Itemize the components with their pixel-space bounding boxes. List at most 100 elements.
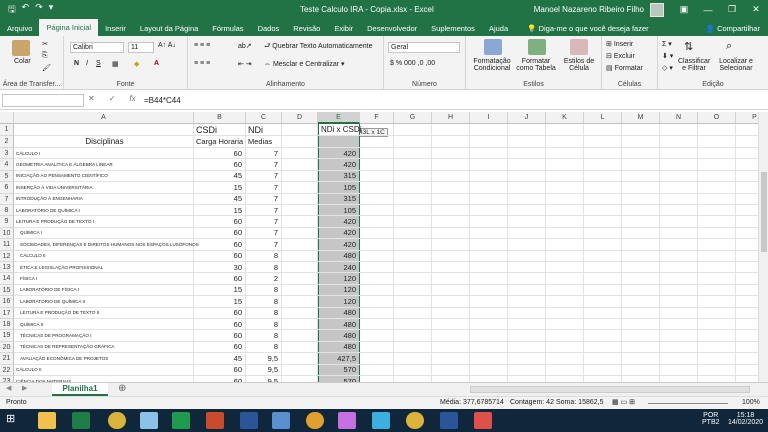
share-button[interactable]: 👤 Compartilhar xyxy=(706,21,768,36)
cell-n12[interactable] xyxy=(660,250,698,261)
cell-m9[interactable] xyxy=(622,216,660,227)
cell-k6[interactable] xyxy=(546,182,584,193)
row-header[interactable]: 4 xyxy=(0,159,14,171)
cell-n7[interactable] xyxy=(660,193,698,204)
cell-g1[interactable] xyxy=(394,124,432,135)
cell-e11[interactable]: 420 xyxy=(318,239,360,250)
cell-n19[interactable] xyxy=(660,330,698,341)
insert-cells-button[interactable]: ⊞ Inserir xyxy=(606,40,633,48)
find-select-icon[interactable]: ⌕ xyxy=(726,40,732,53)
cell-k12[interactable] xyxy=(546,250,584,261)
cell-k1[interactable] xyxy=(546,124,584,135)
maximize-button[interactable]: ❐ xyxy=(720,4,744,15)
cell-l5[interactable] xyxy=(584,170,622,182)
cell-n5[interactable] xyxy=(660,170,698,182)
column-header-p[interactable]: P xyxy=(736,112,758,124)
cell-g13[interactable] xyxy=(394,262,432,273)
cell-d14[interactable] xyxy=(282,273,318,284)
cell-styles-button[interactable]: Estilos de Célula xyxy=(558,58,600,72)
cancel-formula-icon[interactable]: ✕ xyxy=(88,94,95,103)
cell-h13[interactable] xyxy=(432,262,470,273)
cell-b20[interactable]: 60 xyxy=(194,341,246,353)
cell-p15[interactable] xyxy=(736,285,758,295)
cell-b17[interactable]: 60 xyxy=(194,307,246,318)
cell-g10[interactable] xyxy=(394,227,432,239)
borders-icon[interactable]: ▦ xyxy=(112,60,119,68)
row-header[interactable]: 19 xyxy=(0,330,14,342)
cell-h8[interactable] xyxy=(432,205,470,216)
cell-n2[interactable] xyxy=(660,136,698,147)
cell-k5[interactable] xyxy=(546,170,584,182)
view-mode-icons[interactable]: ▦ ▭ ⊞ xyxy=(612,398,635,406)
cell-d4[interactable] xyxy=(282,159,318,170)
cell-i11[interactable] xyxy=(470,239,508,250)
cell-i22[interactable] xyxy=(470,364,508,375)
cell-a1[interactable] xyxy=(14,124,194,135)
cell-i4[interactable] xyxy=(470,159,508,170)
cell-n14[interactable] xyxy=(660,273,698,284)
cell-g14[interactable] xyxy=(394,273,432,284)
cell-k19[interactable] xyxy=(546,330,584,341)
horizontal-scrollbar[interactable] xyxy=(470,386,750,393)
row-header[interactable]: 11 xyxy=(0,239,14,251)
cell-l13[interactable] xyxy=(584,262,622,273)
cell-a5[interactable]: INICIAÇÃO AO PENSAMENTO CIENTÍFICO xyxy=(14,170,194,182)
cell-a17[interactable]: LEITURA E PRODUÇÃO DE TEXTO II xyxy=(14,307,194,318)
cell-k17[interactable] xyxy=(546,307,584,318)
cell-m22[interactable] xyxy=(622,364,660,375)
cell-p5[interactable] xyxy=(736,171,758,181)
cell-c7[interactable]: 7 xyxy=(246,193,282,204)
cell-p18[interactable] xyxy=(736,319,758,329)
cell-a6[interactable]: INSERÇÃO À VIDA UNIVERSITÁRIA xyxy=(14,182,194,193)
cell-m6[interactable] xyxy=(622,182,660,193)
cell-b19[interactable]: 60 xyxy=(194,330,246,341)
cell-h1[interactable] xyxy=(432,124,470,135)
cell-j8[interactable] xyxy=(508,205,546,216)
cell-b9[interactable]: 60 xyxy=(194,216,246,227)
file-explorer-icon[interactable] xyxy=(38,412,56,429)
cell-e4[interactable]: 420 xyxy=(318,159,360,170)
cell-j12[interactable] xyxy=(508,250,546,261)
currency-icon[interactable]: $ % 000 ,0 ,00 xyxy=(390,60,435,67)
cell-k16[interactable] xyxy=(546,296,584,307)
cell-m7[interactable] xyxy=(622,193,660,204)
row-header[interactable]: 21 xyxy=(0,353,14,365)
cell-a8[interactable]: LABORATÓRIO DE QUÍMICA I xyxy=(14,205,194,216)
format-cells-button[interactable]: ▤ Formatar xyxy=(606,64,643,72)
cell-c15[interactable]: 8 xyxy=(246,284,282,296)
cell-c1[interactable]: NDi xyxy=(246,124,282,135)
cell-l4[interactable] xyxy=(584,159,622,170)
cell-n4[interactable] xyxy=(660,159,698,170)
cell-a16[interactable]: LABORATÓRIO DE QUÍMICA II xyxy=(14,296,194,307)
cell-a10[interactable]: QUÍMICA I xyxy=(14,227,194,239)
cell-i14[interactable] xyxy=(470,273,508,284)
cell-p3[interactable] xyxy=(736,148,758,158)
cell-o12[interactable] xyxy=(698,250,736,261)
cell-l2[interactable] xyxy=(584,136,622,147)
cell-o11[interactable] xyxy=(698,239,736,250)
cell-j1[interactable] xyxy=(508,124,546,135)
cell-a7[interactable]: INTRODUÇÃO À ENGENHARIA xyxy=(14,193,194,204)
user-name[interactable]: Manoel Nazareno Ribeiro Filho xyxy=(534,5,644,14)
cell-h18[interactable] xyxy=(432,319,470,330)
cell-n13[interactable] xyxy=(660,262,698,273)
cell-m21[interactable] xyxy=(622,353,660,364)
tab-1[interactable]: Página Inicial xyxy=(39,19,99,36)
cell-o9[interactable] xyxy=(698,216,736,227)
row-header[interactable]: 2 xyxy=(0,136,14,148)
cell-d17[interactable] xyxy=(282,307,318,318)
insert-function-icon[interactable]: fx xyxy=(129,94,135,103)
cell-j2[interactable] xyxy=(508,136,546,147)
cell-k11[interactable] xyxy=(546,239,584,250)
cell-c5[interactable]: 7 xyxy=(246,170,282,182)
cell-a13[interactable]: ÉTICA E LEGISLAÇÃO PROFISSIONAL xyxy=(14,262,194,273)
row-header[interactable]: 18 xyxy=(0,319,14,331)
font-name-select[interactable]: Calibri xyxy=(70,42,124,53)
cell-e14[interactable]: 120 xyxy=(318,273,360,284)
cell-e15[interactable]: 120 xyxy=(318,284,360,296)
cell-f14[interactable] xyxy=(360,273,394,284)
cell-e19[interactable]: 480 xyxy=(318,330,360,341)
cell-b1[interactable]: CSDi xyxy=(194,124,246,135)
cell-e18[interactable]: 480 xyxy=(318,319,360,330)
cell-c21[interactable]: 9,5 xyxy=(246,353,282,364)
